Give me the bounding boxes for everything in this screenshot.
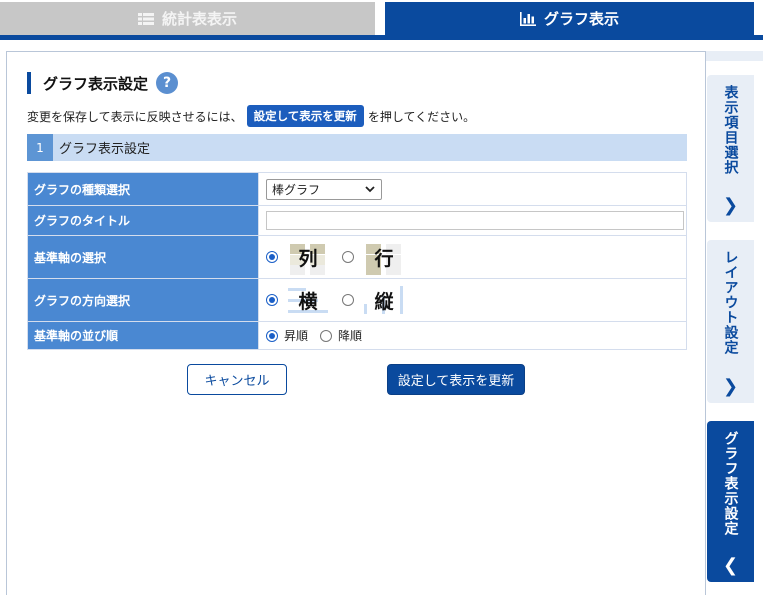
direction-horizontal-option[interactable]: 横	[284, 284, 332, 316]
side-tab-graph-settings-label: グラフ表示設定	[722, 431, 739, 536]
side-tab-layout-settings-label: レイアウト設定	[722, 250, 739, 355]
section-number: 1	[27, 134, 53, 161]
direction-vertical-text: 縦	[374, 290, 394, 313]
chevron-left-icon: ❮	[722, 555, 739, 576]
bar-chart-icon	[519, 11, 536, 26]
section-title: グラフ表示設定	[59, 142, 151, 157]
tab-stats-label: 統計表表示	[161, 10, 237, 28]
tab-stats-table[interactable]: 統計表表示	[0, 2, 375, 35]
order-descending-label[interactable]: 降順	[338, 327, 362, 344]
graph-title-label: グラフのタイトル	[27, 205, 259, 236]
direction-label: グラフの方向選択	[27, 278, 259, 322]
graph-type-cell: 棒グラフ	[258, 172, 687, 206]
order-descending-radio[interactable]	[320, 329, 333, 342]
axis-column-text: 列	[298, 247, 318, 270]
settings-table: グラフの種類選択 棒グラフ グラフのタイトル 基準軸の選択 列 行 グラフの方向…	[27, 172, 687, 350]
row-direction: グラフの方向選択 横 縦	[27, 278, 687, 322]
graph-title-cell	[258, 205, 687, 236]
axis-radio-group: 列 行	[266, 241, 686, 275]
section-header: 1 グラフ表示設定	[27, 134, 687, 161]
chevron-down-icon	[365, 185, 375, 192]
axis-cell: 列 行	[258, 235, 687, 279]
chevron-right-icon: ❯	[722, 376, 739, 397]
graph-title-input[interactable]	[266, 211, 684, 230]
order-label: 基準軸の並び順	[27, 321, 259, 350]
note-text-before: 変更を保存して表示に反映させるには、	[27, 109, 243, 124]
graph-type-label: グラフの種類選択	[27, 172, 259, 206]
tab-graph-label: グラフ表示	[543, 10, 619, 28]
side-tab-layout-settings[interactable]: レイアウト設定 ❯	[707, 240, 754, 403]
graph-type-select[interactable]: 棒グラフ	[266, 178, 382, 200]
axis-label: 基準軸の選択	[27, 235, 259, 279]
side-tab-item-selection-label: 表示項目選択	[722, 85, 739, 175]
chevron-right-icon: ❯	[722, 195, 739, 216]
top-tabs: 統計表表示 グラフ表示	[0, 0, 763, 40]
order-cell: 昇順 降順	[258, 321, 687, 350]
order-ascending-label[interactable]: 昇順	[284, 327, 308, 344]
row-order: 基準軸の並び順 昇順 降順	[27, 321, 687, 350]
graph-type-value: 棒グラフ	[272, 182, 321, 197]
axis-column-radio[interactable]	[266, 251, 278, 263]
panel-title: グラフ表示設定	[43, 74, 149, 93]
heading-accent-bar	[27, 72, 31, 94]
cancel-button[interactable]: キャンセル	[187, 364, 287, 395]
direction-vertical-radio[interactable]	[342, 294, 354, 306]
direction-cell: 横 縦	[258, 278, 687, 322]
axis-row-option[interactable]: 行	[360, 241, 408, 275]
order-radio-group: 昇順 降順	[266, 327, 686, 344]
direction-horizontal-radio[interactable]	[266, 294, 278, 306]
note-text-after: を押してください。	[367, 109, 476, 124]
help-icon[interactable]: ?	[156, 72, 179, 94]
axis-column-option[interactable]: 列	[284, 241, 332, 275]
tab-graph-view[interactable]: グラフ表示	[385, 2, 754, 35]
graph-settings-panel: グラフ表示設定 ? 変更を保存して表示に反映させるには、 設定して表示を更新 を…	[6, 51, 706, 595]
direction-vertical-option[interactable]: 縦	[360, 284, 408, 316]
side-tabs-strip	[706, 51, 763, 61]
axis-row-text: 行	[374, 247, 394, 270]
update-display-button[interactable]: 設定して表示を更新	[387, 364, 525, 395]
panel-heading: グラフ表示設定 ?	[27, 71, 179, 95]
note-update-chip: 設定して表示を更新	[246, 105, 364, 127]
row-axis: 基準軸の選択 列 行	[27, 235, 687, 279]
instruction-note: 変更を保存して表示に反映させるには、 設定して表示を更新 を押してください。	[27, 105, 475, 127]
table-icon	[137, 12, 154, 25]
row-graph-type: グラフの種類選択 棒グラフ	[27, 172, 687, 206]
direction-radio-group: 横 縦	[266, 284, 686, 316]
tab-underline	[0, 35, 763, 40]
order-ascending-radio[interactable]	[266, 329, 278, 342]
row-graph-title: グラフのタイトル	[27, 205, 687, 236]
direction-horizontal-text: 横	[298, 290, 318, 313]
axis-row-radio[interactable]	[342, 251, 354, 263]
side-tab-item-selection[interactable]: 表示項目選択 ❯	[707, 75, 754, 222]
side-tab-graph-settings[interactable]: グラフ表示設定 ❮	[707, 421, 754, 582]
